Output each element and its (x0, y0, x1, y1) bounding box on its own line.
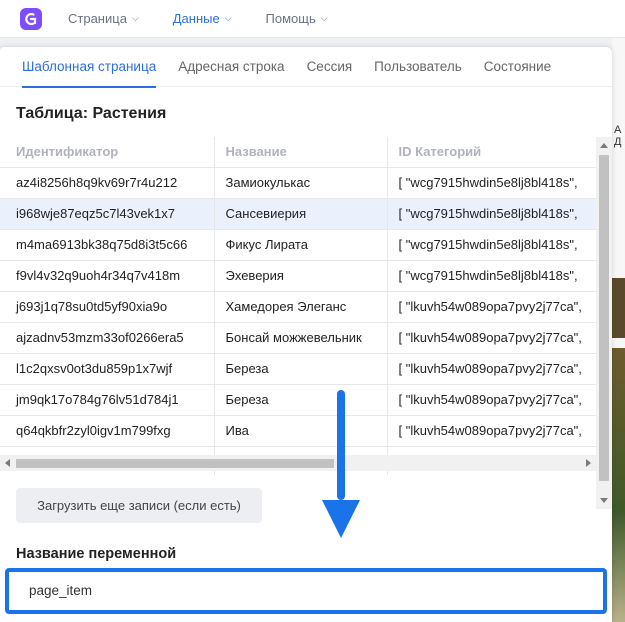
horizontal-scrollbar-thumb[interactable] (16, 459, 334, 468)
main-menu: Страница ⌵ Данные ⌵ Помощь ⌵ (68, 11, 362, 26)
cell-id: f9vl4v32q9uoh4r34q7v418m (0, 259, 214, 291)
menu-item-label: Данные (172, 11, 220, 26)
menu-item-help[interactable]: Помощь ⌵ (266, 11, 328, 26)
background-text: А Д (614, 124, 622, 148)
cell-category-ids: [ "wcg7915hwdin5e8lj8bl418s", (386, 166, 607, 198)
chevron-down-icon: ⌵ (320, 13, 328, 23)
scroll-right-icon[interactable] (586, 459, 591, 467)
table-header-row: Идентификатор Название ID Категорий (0, 137, 607, 167)
background-image (612, 278, 625, 338)
data-table-container: Идентификатор Название ID Категорий az4i… (0, 137, 612, 475)
table-row[interactable]: f9vl4v32q9uoh4r34q7v418m Эхеверия[ "wcg79… (0, 259, 607, 291)
cell-name: Хамедорея Элеганс (213, 290, 387, 322)
cell-id: j693j1q78su0td5yf90xia9o (0, 290, 214, 322)
table-row[interactable]: j693j1q78su0td5yf90xia9o Хамедорея Элеган… (0, 290, 607, 322)
table-row[interactable]: i968wje87eqz5c7l43vek1x7 Сансевиерия[ "wc… (0, 197, 607, 229)
app-logo-icon[interactable] (20, 7, 42, 30)
page-canvas-background: А Д (612, 38, 625, 622)
cell-name: Замиокулькас (213, 166, 387, 198)
data-table: Идентификатор Название ID Категорий az4i… (0, 137, 607, 475)
chevron-down-icon: ⌵ (224, 13, 232, 23)
column-header-name: Название (213, 137, 387, 167)
scroll-left-icon[interactable] (5, 459, 10, 467)
cell-name: Эхеверия (213, 259, 387, 291)
cell-name: Сансевиерия (213, 197, 387, 229)
cell-id: az4i8256h8q9kv69r7r4u212 (0, 166, 214, 198)
table-row[interactable]: jm9qk17o784g76lv51d784j1 Береза[ "lkuvh54… (0, 383, 607, 415)
table-row[interactable]: ajzadnv53mzm33of0266era5 Бонсай можжевель… (0, 321, 607, 353)
vertical-scrollbar[interactable] (596, 137, 612, 509)
tab-session[interactable]: Сессия (307, 47, 353, 87)
background-image (612, 348, 625, 622)
cell-id: q64qkbfr2zyl0igv1m799fxg (0, 414, 214, 446)
cell-name: Ива (213, 414, 387, 446)
data-panel: Шаблонная страница Адресная строка Сесси… (0, 47, 612, 622)
chevron-down-icon: ⌵ (131, 13, 139, 23)
cell-category-ids: [ "lkuvh54w089opa7pvy2j77ca", (386, 290, 607, 322)
cell-id: ajzadnv53mzm33of0266era5 (0, 321, 214, 353)
menu-item-label: Помощь (265, 11, 316, 26)
cell-id: i968wje87eqz5c7l43vek1x7 (0, 197, 214, 229)
cell-category-ids: [ "lkuvh54w089opa7pvy2j77ca", (386, 383, 607, 415)
cell-name: Бонсай можжевельник (213, 321, 387, 353)
tab-template-page[interactable]: Шаблонная страница (22, 47, 157, 88)
cell-name: Береза (213, 352, 387, 384)
table-row[interactable]: m4ma6913bk38q75d8i3t5c66 Фикус Лирата[ "w… (0, 228, 607, 260)
cell-category-ids: [ "lkuvh54w089opa7pvy2j77ca", (386, 352, 607, 384)
table-row[interactable]: az4i8256h8q9kv69r7r4u212 Замиокулькас[ "w… (0, 166, 607, 198)
cell-id: m4ma6913bk38q75d8i3t5c66 (0, 228, 214, 260)
tab-user[interactable]: Пользователь (374, 47, 462, 87)
column-header-id: Идентификатор (16, 144, 119, 160)
table-row[interactable]: l1c2qxsv0ot3du859p1x7wjf Береза[ "lkuvh54… (0, 352, 607, 384)
scroll-up-icon[interactable] (600, 143, 608, 148)
cell-category-ids: [ "wcg7915hwdin5e8lj8bl418s", (386, 197, 607, 229)
horizontal-scrollbar[interactable] (0, 455, 596, 471)
tab-address-bar[interactable]: Адресная строка (178, 47, 284, 87)
annotation-arrow-shaft (337, 390, 345, 500)
tab-state[interactable]: Состояние (484, 47, 551, 87)
cell-name: Фикус Лирата (213, 228, 387, 260)
cell-category-ids: [ "wcg7915hwdin5e8lj8bl418s", (386, 228, 607, 260)
top-bar: Страница ⌵ Данные ⌵ Помощь ⌵ (0, 0, 625, 38)
cell-category-ids: [ "lkuvh54w089opa7pvy2j77ca", (386, 414, 607, 446)
cell-id: jm9qk17o784g76lv51d784j1 (0, 383, 214, 415)
cell-name: Береза (213, 383, 387, 415)
variable-name-label: Название переменной (16, 546, 177, 562)
annotation-arrow-down-icon (322, 500, 360, 538)
table-title: Таблица: Растения (16, 105, 167, 122)
menu-item-data[interactable]: Данные ⌵ (173, 11, 232, 26)
column-header-category-ids: ID Категорий (386, 137, 607, 167)
table-row[interactable]: q64qkbfr2zyl0igv1m799fxg Ива[ "lkuvh54w08… (0, 414, 607, 446)
vertical-scrollbar-thumb[interactable] (599, 155, 609, 481)
cell-id: l1c2qxsv0ot3du859p1x7wjf (0, 352, 214, 384)
load-more-button[interactable]: Загрузить еще записи (если есть) (16, 488, 262, 523)
tab-bar: Шаблонная страница Адресная строка Сесси… (0, 47, 612, 88)
menu-item-page[interactable]: Страница ⌵ (68, 11, 139, 26)
cell-category-ids: [ "wcg7915hwdin5e8lj8bl418s", (386, 259, 607, 291)
scroll-down-icon[interactable] (600, 498, 608, 503)
variable-name-input[interactable]: page_item (5, 568, 607, 614)
menu-item-label: Страница (68, 11, 127, 26)
cell-category-ids: [ "lkuvh54w089opa7pvy2j77ca", (386, 321, 607, 353)
